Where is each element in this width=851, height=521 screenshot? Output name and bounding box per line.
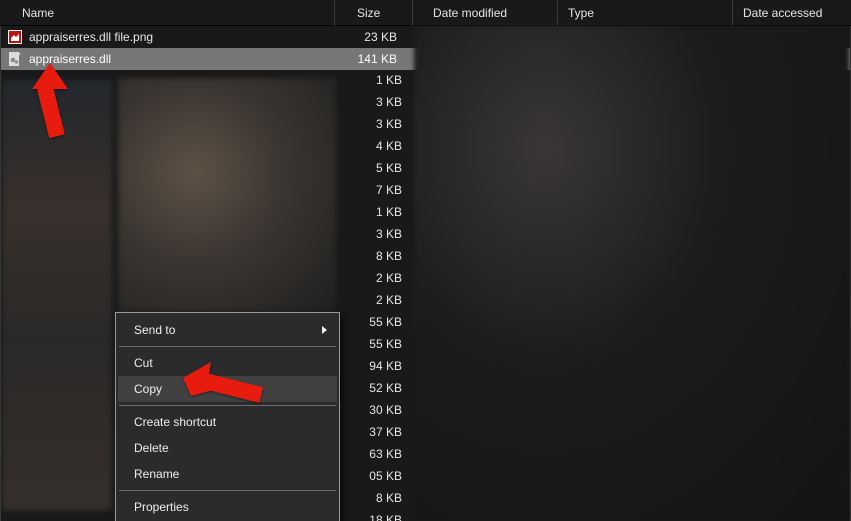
- menu-item-label: Delete: [134, 441, 169, 455]
- file-size: 23 KB: [329, 26, 409, 48]
- chevron-right-icon: [322, 326, 327, 334]
- menu-item-create-shortcut[interactable]: Create shortcut: [118, 409, 337, 435]
- file-size: 55 KB: [334, 311, 414, 333]
- header-size[interactable]: Size: [335, 0, 413, 26]
- menu-item-send-to[interactable]: Send to: [118, 317, 337, 343]
- header-name[interactable]: Name: [0, 0, 335, 26]
- file-name: appraiserres.dll file.png: [29, 26, 329, 48]
- file-size: 141 KB: [329, 48, 409, 70]
- file-name: appraiserres.dll: [29, 48, 329, 70]
- dll-file-icon: [7, 51, 23, 67]
- file-size: 1 KB: [334, 201, 414, 223]
- file-size: 55 KB: [334, 333, 414, 355]
- header-date-modified[interactable]: Date modified: [413, 0, 558, 26]
- file-size: 37 KB: [334, 421, 414, 443]
- menu-item-label: Copy: [134, 382, 162, 396]
- file-size: 7 KB: [334, 179, 414, 201]
- file-size: 2 KB: [334, 289, 414, 311]
- file-size: 94 KB: [334, 355, 414, 377]
- menu-item-copy[interactable]: Copy: [118, 376, 337, 402]
- file-size: 18 KB: [334, 509, 414, 521]
- file-size: 5 KB: [334, 157, 414, 179]
- column-headers: Name Size Date modified Type Date access…: [0, 0, 851, 26]
- menu-separator: [119, 490, 336, 491]
- png-file-icon: [7, 29, 23, 45]
- menu-item-cut[interactable]: Cut: [118, 350, 337, 376]
- menu-item-label: Send to: [134, 323, 175, 337]
- context-menu: Send to Cut Copy Create shortcut Delete …: [115, 312, 340, 521]
- obscured-size-column: 1 KB 3 KB 3 KB 4 KB 5 KB 7 KB 1 KB 3 KB …: [334, 69, 414, 521]
- header-type[interactable]: Type: [558, 0, 733, 26]
- file-size: 4 KB: [334, 135, 414, 157]
- file-size: 52 KB: [334, 377, 414, 399]
- obscured-region: [2, 80, 112, 510]
- menu-separator: [119, 405, 336, 406]
- file-size: 8 KB: [334, 487, 414, 509]
- obscured-region: [118, 78, 336, 314]
- file-size: 30 KB: [334, 399, 414, 421]
- file-size: 2 KB: [334, 267, 414, 289]
- menu-separator: [119, 346, 336, 347]
- file-size: 3 KB: [334, 91, 414, 113]
- menu-item-properties[interactable]: Properties: [118, 494, 337, 520]
- file-size: 63 KB: [334, 443, 414, 465]
- file-size: 8 KB: [334, 245, 414, 267]
- file-size: 05 KB: [334, 465, 414, 487]
- menu-item-label: Create shortcut: [134, 415, 216, 429]
- header-date-accessed[interactable]: Date accessed: [733, 0, 851, 26]
- obscured-region: [414, 26, 849, 519]
- menu-item-label: Properties: [134, 500, 189, 514]
- menu-item-label: Rename: [134, 467, 179, 481]
- file-size: 1 KB: [334, 69, 414, 91]
- menu-item-delete[interactable]: Delete: [118, 435, 337, 461]
- file-size: 3 KB: [334, 223, 414, 245]
- file-size: 3 KB: [334, 113, 414, 135]
- menu-item-rename[interactable]: Rename: [118, 461, 337, 487]
- menu-item-label: Cut: [134, 356, 153, 370]
